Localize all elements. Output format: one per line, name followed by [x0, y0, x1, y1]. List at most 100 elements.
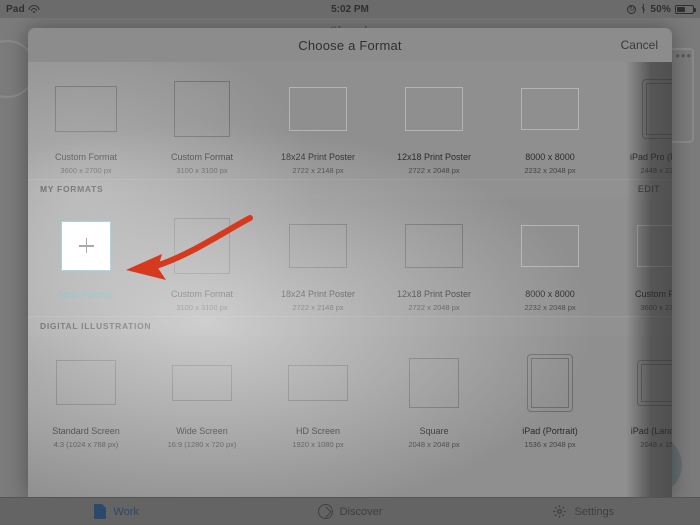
format-thumbnail	[172, 364, 232, 401]
format-grid-my-formats: New Format Custom Format 3100 x 3100 px 18x…	[28, 199, 672, 316]
format-card[interactable]: Custom Format 3100 x 3100 px	[144, 68, 260, 175]
format-thumbnail-wrap	[637, 346, 672, 420]
format-dimensions: 2048 x 2048 px	[408, 439, 460, 449]
format-thumbnail	[289, 223, 347, 268]
format-card[interactable]: iPad (Landscape) 2048 x 1536 px	[608, 342, 672, 449]
ipad-screen: Sketch ••• Pad 5:02 PM ↻ ᛀ 50% Choose a …	[0, 0, 700, 525]
format-card[interactable]: New Format	[28, 205, 144, 312]
format-name: Custom Format	[634, 288, 672, 299]
tab-work-label: Work	[113, 505, 139, 518]
document-icon	[94, 504, 107, 519]
format-dimensions: 4:3 (1024 x 768 px)	[53, 439, 119, 449]
device-screen	[646, 83, 672, 135]
format-card[interactable]: iPad Pro (Portrait) 2448 x 2248 px	[608, 68, 672, 175]
format-thumbnail	[56, 360, 116, 406]
format-thumbnail	[55, 86, 117, 132]
cancel-button[interactable]: Cancel	[621, 38, 658, 52]
format-thumbnail-wrap	[288, 346, 348, 420]
format-dimensions: 2232 x 2048 px	[524, 165, 576, 175]
device-screen	[641, 363, 672, 402]
format-card[interactable]: Custom Format 3600 x 2700 px	[608, 205, 672, 312]
section-title: DIGITAL ILLUSTRATION	[40, 321, 152, 332]
choose-format-modal: Choose a Format Cancel Custom Format 3600…	[28, 28, 672, 498]
format-card[interactable]: 12x18 Print Poster 2722 x 2048 px	[376, 68, 492, 175]
format-thumbnail	[637, 224, 672, 267]
format-thumbnail-wrap	[521, 209, 579, 283]
wifi-icon	[28, 4, 40, 14]
format-name: 8000 x 8000	[525, 152, 575, 162]
format-dimensions: 2722 x 2048 px	[408, 165, 460, 175]
format-card[interactable]: HD Screen 1920 x 1080 px	[260, 342, 376, 449]
format-thumbnail-wrap	[405, 209, 463, 283]
format-dimensions: 2232 x 2048 px	[524, 302, 576, 312]
format-card[interactable]: Standard Screen 4:3 (1024 x 768 px)	[28, 342, 144, 449]
format-card[interactable]: iPad (Portrait) 1536 x 2048 px	[492, 342, 608, 449]
format-card[interactable]: Square 2048 x 2048 px	[376, 342, 492, 449]
format-name: 12x18 Print Poster	[396, 152, 472, 162]
edit-button[interactable]: EDIT	[638, 184, 660, 194]
format-thumbnail	[521, 88, 579, 130]
format-name: 18x24 Print Poster	[280, 288, 356, 299]
format-name: Square	[419, 425, 449, 436]
format-dimensions: 2722 x 2048 px	[408, 302, 460, 312]
section-title: MY FORMATS	[40, 184, 104, 195]
format-name: Custom Format	[170, 152, 233, 162]
bluetooth-icon: ᛀ	[640, 3, 647, 15]
format-card[interactable]: 8000 x 8000 2232 x 2048 px	[492, 68, 608, 175]
plus-icon	[78, 238, 94, 254]
format-grid-digital-illustration: Standard Screen 4:3 (1024 x 768 px) Wide S…	[28, 336, 672, 453]
format-thumbnail-wrap	[174, 209, 230, 283]
battery-percent-label: 50%	[650, 3, 671, 15]
format-thumbnail	[405, 223, 463, 268]
tab-bar[interactable]: Work Discover Settings	[0, 497, 700, 525]
format-card[interactable]: 18x24 Print Poster 2722 x 2148 px	[260, 205, 376, 312]
modal-title: Choose a Format	[298, 37, 402, 53]
format-name: 12x18 Print Poster	[396, 288, 472, 299]
format-card[interactable]: 8000 x 8000 2232 x 2048 px	[492, 205, 608, 312]
format-thumbnail	[637, 359, 672, 406]
format-card[interactable]: Custom Format 3100 x 3100 px	[144, 205, 260, 312]
status-bar-right: ↻ ᛀ 50%	[627, 3, 696, 15]
format-card[interactable]: Custom Format 3600 x 2700 px	[28, 68, 144, 175]
format-name: New Format	[58, 289, 114, 301]
format-list[interactable]: Custom Format 3600 x 2700 px Custom Format…	[28, 62, 672, 498]
format-dimensions: 16:9 (1280 x 720 px)	[167, 439, 237, 449]
tab-work[interactable]: Work	[0, 504, 233, 519]
format-thumbnail-wrap	[289, 209, 347, 283]
format-thumbnail	[405, 87, 463, 131]
device-screen	[531, 357, 569, 408]
format-dimensions: 3600 x 2700 px	[640, 302, 672, 312]
status-bar-left: Pad	[6, 4, 40, 15]
format-thumbnail-wrap	[61, 209, 111, 283]
format-dimensions: 3100 x 3100 px	[176, 165, 228, 175]
format-card[interactable]: Wide Screen 16:9 (1280 x 720 px)	[144, 342, 260, 449]
format-name: Custom Format	[54, 152, 117, 162]
format-thumbnail-wrap	[642, 72, 672, 146]
format-thumbnail-wrap	[637, 209, 672, 283]
format-thumbnail-wrap	[172, 346, 232, 420]
tab-discover-label: Discover	[339, 505, 383, 518]
new-format-box[interactable]	[61, 220, 111, 271]
status-bar-time: 5:02 PM	[331, 3, 369, 15]
format-thumbnail-wrap	[521, 72, 579, 146]
format-name: Custom Format	[170, 288, 233, 299]
format-thumbnail	[174, 81, 230, 137]
compass-icon	[317, 504, 333, 519]
format-thumbnail	[289, 87, 347, 131]
format-card[interactable]: 18x24 Print Poster 2722 x 2148 px	[260, 68, 376, 175]
format-thumbnail	[642, 79, 672, 139]
format-thumbnail-wrap	[527, 346, 573, 420]
tab-discover[interactable]: Discover	[233, 504, 466, 519]
format-thumbnail-wrap	[55, 72, 117, 146]
format-thumbnail-wrap	[409, 346, 459, 420]
format-thumbnail-wrap	[56, 346, 116, 420]
format-thumbnail	[288, 364, 348, 401]
format-card[interactable]: 12x18 Print Poster 2722 x 2048 px	[376, 205, 492, 312]
battery-icon	[675, 4, 696, 14]
format-dimensions: 1920 x 1080 px	[292, 439, 344, 449]
format-thumbnail-wrap	[289, 72, 347, 146]
format-grid-recents: Custom Format 3600 x 2700 px Custom Format…	[28, 62, 672, 179]
tab-settings[interactable]: Settings	[467, 504, 700, 519]
format-dimensions: 2448 x 2248 px	[640, 165, 672, 175]
format-dimensions: 3600 x 2700 px	[60, 165, 112, 175]
